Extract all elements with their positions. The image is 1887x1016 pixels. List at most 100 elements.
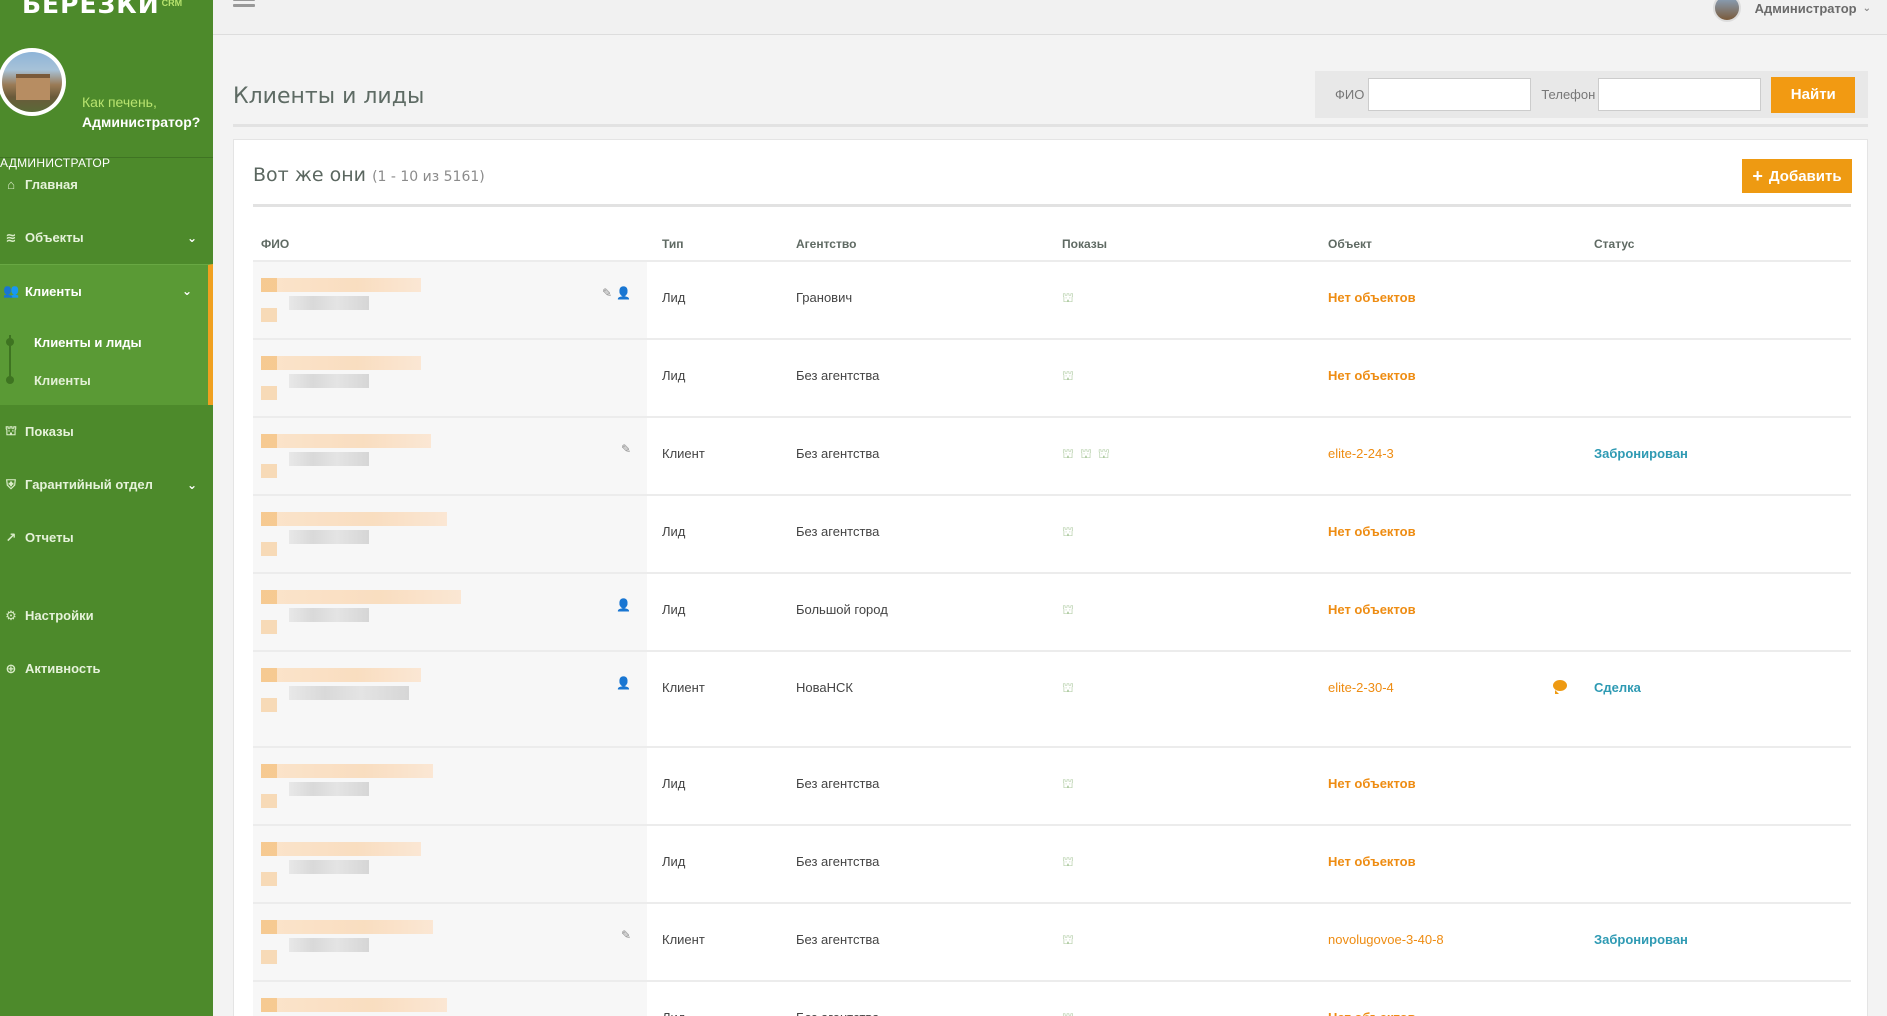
column-header-status[interactable]: Статус (1582, 227, 1851, 261)
sidebar-item-clients[interactable]: 👥 Клиенты ⌄ (0, 264, 213, 317)
tree-icon[interactable]: ⛫ (1062, 602, 1080, 617)
fio-cell[interactable]: ✎👤 (253, 262, 650, 338)
row-action-icons[interactable]: ✎ (621, 928, 635, 942)
sidebar-item-label: Показы (25, 424, 74, 439)
tree-icon[interactable]: ⛫ (1062, 368, 1080, 383)
sidebar-item-label: Клиенты (34, 372, 91, 388)
fio-cell[interactable] (253, 496, 650, 572)
fio-cell[interactable]: ✎ (253, 418, 650, 494)
fio-cell[interactable] (253, 340, 650, 416)
sidebar-item-home[interactable]: ⌂ Главная (0, 158, 213, 211)
chat-icon[interactable] (1553, 680, 1567, 694)
table-row[interactable]: Лид Без агентства ⛫ Нет объектов (253, 340, 1851, 418)
table-row[interactable]: ✎👤 Лид Гранович ⛫ Нет объектов (253, 262, 1851, 340)
agency-cell: Без агентства (784, 418, 1050, 494)
object-cell-text[interactable]: Нет объектов (1328, 368, 1416, 383)
object-cell[interactable]: novolugovoe-3-40-8 (1316, 904, 1582, 980)
object-cell[interactable]: elite-2-24-3 (1316, 418, 1582, 494)
table-row[interactable]: Лид Без агентства ⛫ Нет объектов (253, 826, 1851, 904)
row-action-icons[interactable]: ✎👤 (602, 286, 635, 300)
object-cell-text[interactable]: Нет объектов (1328, 602, 1416, 617)
table-header: ФИО Тип Агентство Показы Объект Статус (253, 228, 1851, 262)
table-row[interactable]: Лид Без агентства ⛫ Нет объектов (253, 496, 1851, 574)
table-row[interactable]: ✎ Клиент Без агентства ⛫⛫⛫ elite-2-24-3 Забро… (253, 418, 1851, 496)
column-header-agency[interactable]: Агентство (784, 227, 1050, 261)
column-header-object[interactable]: Объект (1316, 227, 1582, 261)
object-cell-text[interactable]: Нет объектов (1328, 854, 1416, 869)
tree-icon[interactable]: ⛫ (1062, 854, 1080, 869)
fio-cell[interactable] (253, 748, 650, 824)
object-cell-text[interactable]: Нет объектов (1328, 776, 1416, 791)
object-cell[interactable]: elite-2-30-4 (1316, 652, 1582, 746)
object-cell[interactable]: Нет объектов (1316, 496, 1582, 572)
avatar[interactable] (0, 48, 66, 116)
tree-icon[interactable]: ⛫ (1062, 776, 1080, 791)
fio-cell[interactable] (253, 826, 650, 902)
sidebar-item-reports[interactable]: ↗ Отчеты (0, 511, 213, 564)
profile-block: Как печень, Администратор? АДМИНИСТРАТОР (0, 30, 213, 170)
status-cell-text: Забронирован (1594, 446, 1688, 461)
sidebar-item-activity[interactable]: ⊕ Активность (0, 642, 213, 695)
object-cell[interactable]: Нет объектов (1316, 748, 1582, 824)
status-cell: Сделка (1582, 652, 1851, 746)
greeting-line1: Как печень, (82, 94, 157, 110)
table-row[interactable]: ✎ Клиент Без агентства ⛫ novolugovoe-3-40-8 З… (253, 904, 1851, 982)
search-button[interactable]: Найти (1771, 76, 1856, 113)
type-cell: Лид (650, 496, 784, 572)
menu-toggle-icon[interactable] (233, 0, 255, 14)
topbar: Администратор ⌄ (213, 0, 1887, 35)
add-button[interactable]: + Добавить (1742, 159, 1852, 193)
layers-icon: ≋ (5, 229, 17, 245)
showings-cell: ⛫ (1050, 574, 1316, 650)
table-row[interactable]: Лид Без агентства ⛫ Нет объектов (253, 748, 1851, 826)
fio-cell[interactable]: 👤 (253, 652, 650, 746)
object-cell[interactable]: Нет объектов (1316, 574, 1582, 650)
fio-cell[interactable]: ✎ (253, 904, 650, 980)
object-cell-text[interactable]: elite-2-24-3 (1328, 446, 1394, 461)
object-cell-text[interactable]: Нет объектов (1328, 524, 1416, 539)
status-cell: Забронирован (1582, 418, 1851, 494)
table-row[interactable]: 👤 Лид Большой город ⛫ Нет объектов (253, 574, 1851, 652)
sidebar-item-settings[interactable]: ⚙ Настройки (0, 589, 213, 642)
table-row[interactable]: 👤 Клиент НоваНСК ⛫ elite-2-30-4 Сделка (253, 652, 1851, 748)
sidebar-item-warranty[interactable]: ⛨ Гарантийный отдел ⌄ (0, 458, 213, 511)
row-action-icons[interactable]: 👤 (616, 676, 635, 690)
table-row[interactable]: Лид Без агентства ⛫ Нет объектов (253, 982, 1851, 1016)
agency-cell: Без агентства (784, 982, 1050, 1016)
tree-icon[interactable]: ⛫ (1062, 524, 1080, 539)
sidebar-subitem-clients-and-leads[interactable]: Клиенты и лиды (0, 323, 208, 361)
object-cell-text[interactable]: Нет объектов (1328, 290, 1416, 305)
chevron-down-icon: ⌄ (1862, 2, 1871, 14)
logo[interactable]: БЕРЁЗКИ CRM (0, 0, 213, 30)
object-cell-text[interactable]: novolugovoe-3-40-8 (1328, 932, 1444, 947)
column-header-type[interactable]: Тип (650, 227, 784, 261)
fio-cell[interactable] (253, 982, 650, 1016)
phone-search-input[interactable] (1598, 78, 1762, 111)
sidebar-item-showings[interactable]: ⛫ Показы (0, 405, 213, 458)
object-cell-text[interactable]: elite-2-30-4 (1328, 680, 1394, 695)
row-action-icons[interactable]: 👤 (616, 598, 635, 612)
tree-icon[interactable]: ⛫⛫⛫ (1062, 446, 1116, 461)
fio-search-input[interactable] (1368, 78, 1532, 111)
tree-icon[interactable]: ⛫ (1062, 290, 1080, 305)
sidebar-subitem-clients[interactable]: Клиенты (0, 361, 208, 399)
tree-icon[interactable]: ⛫ (1062, 1010, 1080, 1016)
status-cell-text: Забронирован (1594, 932, 1688, 947)
fio-cell[interactable]: 👤 (253, 574, 650, 650)
logo-text: БЕРЁЗКИ (22, 0, 160, 19)
object-cell[interactable]: Нет объектов (1316, 982, 1582, 1016)
object-cell[interactable]: Нет объектов (1316, 826, 1582, 902)
type-cell: Лид (650, 340, 784, 416)
sidebar-item-objects[interactable]: ≋ Объекты ⌄ (0, 211, 213, 264)
object-cell[interactable]: Нет объектов (1316, 262, 1582, 338)
object-cell-text[interactable]: Нет объектов (1328, 1010, 1416, 1016)
sidebar-menu: ⌂ Главная ≋ Объекты ⌄ 👥 Клиенты ⌄ Клиент… (0, 158, 213, 695)
row-action-icons[interactable]: ✎ (621, 442, 635, 456)
user-menu[interactable]: Администратор ⌄ (1712, 0, 1871, 22)
object-cell[interactable]: Нет объектов (1316, 340, 1582, 416)
users-icon: 👥 (3, 283, 20, 298)
tree-icon[interactable]: ⛫ (1062, 932, 1080, 947)
tree-icon[interactable]: ⛫ (1062, 680, 1080, 695)
column-header-showings[interactable]: Показы (1050, 227, 1316, 261)
column-header-fio[interactable]: ФИО (253, 227, 650, 261)
